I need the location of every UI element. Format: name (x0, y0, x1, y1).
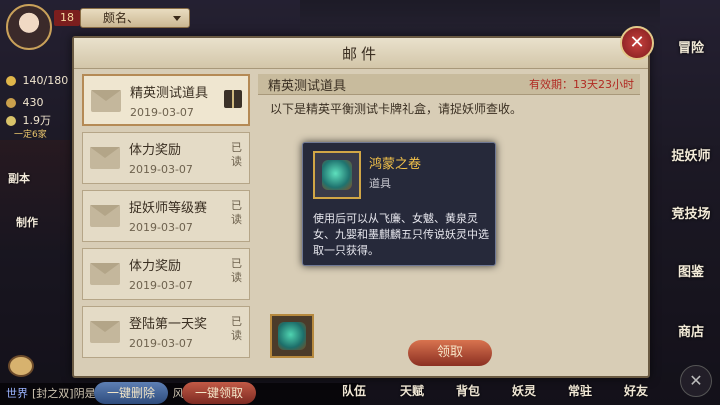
read-status: 已读 (231, 315, 242, 342)
mail-item-title: 体力奖励 (129, 259, 182, 274)
player-name-bar[interactable]: 颇名、 (80, 8, 190, 28)
attachment-item-slot[interactable] (270, 314, 314, 358)
left-label-2[interactable]: 制作 (16, 214, 38, 230)
mail-item[interactable]: 体力奖励 2019-03-07 已读 (82, 132, 250, 184)
mail-title: 邮件 (341, 45, 380, 63)
hud-sub-label: 一定6家 (14, 130, 47, 140)
mail-item-date: 2019-03-07 (129, 221, 193, 234)
nav-adventure[interactable]: 冒险 (668, 26, 714, 72)
mail-item-title: 登陆第一天奖 (129, 317, 208, 332)
tooltip-item-type: 道具 (369, 177, 391, 190)
stamina-row: 140/180 (6, 74, 68, 88)
bottom-friends[interactable]: 好友 (624, 382, 648, 399)
claim-button[interactable]: 领取 (408, 340, 492, 366)
bottom-team[interactable]: 队伍 (342, 382, 366, 399)
bottom-talent[interactable]: 天赋 (400, 382, 424, 399)
nav-arena[interactable]: 竞技场 (668, 192, 714, 238)
scroll-item-icon (322, 160, 352, 190)
mail-item-date: 2019-03-07 (130, 106, 194, 119)
gift-icon (224, 90, 242, 108)
gold-row: 430 (6, 96, 44, 110)
mail-list: 精英测试道具 2019-03-07 体力奖励 2019-03-07 已读 捉妖师… (82, 74, 256, 404)
nav-catcher[interactable]: 捉妖师 (668, 134, 714, 180)
envelope-icon (90, 147, 120, 169)
mail-item-title: 精英测试道具 (130, 86, 209, 101)
read-status: 已读 (231, 257, 242, 284)
tooltip-description: 使用后可以从飞廉、女魃、黄泉灵女、九婴和墨麒麟五只传说妖灵中选取一只获得。 (313, 212, 489, 257)
coin-icon (6, 116, 16, 126)
mail-item-title: 捉妖师等级赛 (129, 201, 208, 216)
read-status: 已读 (231, 199, 242, 226)
gold-icon (6, 98, 16, 108)
chat-bar[interactable]: 世界[封之双]阴是怡不能复活的，风有影 (0, 383, 360, 405)
mail-item[interactable]: 精英测试道具 2019-03-07 (82, 74, 250, 126)
tooltip-item-frame (313, 151, 361, 199)
chevron-down-icon (173, 16, 181, 21)
detail-title: 精英测试道具 (268, 79, 347, 94)
bottom-resident[interactable]: 常驻 (568, 382, 592, 399)
envelope-icon (91, 90, 121, 112)
expiry-label: 有效期：13天23小时 (529, 78, 634, 91)
menu-toggle-icon[interactable]: ✕ (680, 365, 712, 397)
stamina-value: 140/180 (22, 74, 69, 87)
read-status: 已读 (231, 141, 242, 168)
player-name: 颇名、 (103, 11, 140, 25)
mail-item[interactable]: 登陆第一天奖 2019-03-07 已读 (82, 306, 250, 358)
mail-item[interactable]: 捉妖师等级赛 2019-03-07 已读 (82, 190, 250, 242)
mail-item-date: 2019-03-07 (129, 279, 193, 292)
currency-row: 1.9万 (6, 114, 51, 128)
detail-header: 精英测试道具 有效期：13天23小时 (258, 74, 640, 95)
tooltip-item-name: 鸿蒙之卷 (369, 157, 422, 172)
envelope-icon (90, 205, 120, 227)
nav-shop[interactable]: 商店 (668, 310, 714, 356)
mail-header: 邮件 (74, 38, 648, 69)
avatar[interactable] (6, 4, 52, 50)
envelope-icon (90, 321, 120, 343)
left-label-1[interactable]: 副本 (8, 170, 30, 186)
bottom-bag[interactable]: 背包 (456, 382, 480, 399)
mail-item-date: 2019-03-07 (129, 337, 193, 350)
mail-item-date: 2019-03-07 (129, 163, 193, 176)
claim-all-button[interactable]: 一键领取 (182, 382, 256, 404)
bottom-spirits[interactable]: 妖灵 (512, 382, 536, 399)
gold-value: 430 (22, 96, 44, 109)
item-tooltip: 鸿蒙之卷 道具 使用后可以从飞廉、女魃、黄泉灵女、九婴和墨麒麟五只传说妖灵中选取… (302, 142, 496, 266)
mail-item[interactable]: 体力奖励 2019-03-07 已读 (82, 248, 250, 300)
stamina-icon (6, 76, 16, 86)
mail-item-title: 体力奖励 (129, 143, 182, 158)
scroll-item-icon (278, 322, 306, 350)
delete-all-button[interactable]: 一键删除 (94, 382, 168, 404)
chest-icon[interactable] (8, 355, 34, 377)
detail-body: 以下是精英平衡测试卡牌礼盒，请捉妖师查收。 (270, 102, 523, 116)
currency-value: 1.9万 (22, 114, 52, 127)
player-level: 18 (54, 10, 80, 26)
chat-channel: 世界 (6, 387, 28, 400)
nav-codex[interactable]: 图鉴 (668, 250, 714, 296)
envelope-icon (90, 263, 120, 285)
close-icon[interactable]: ✕ (620, 26, 654, 60)
